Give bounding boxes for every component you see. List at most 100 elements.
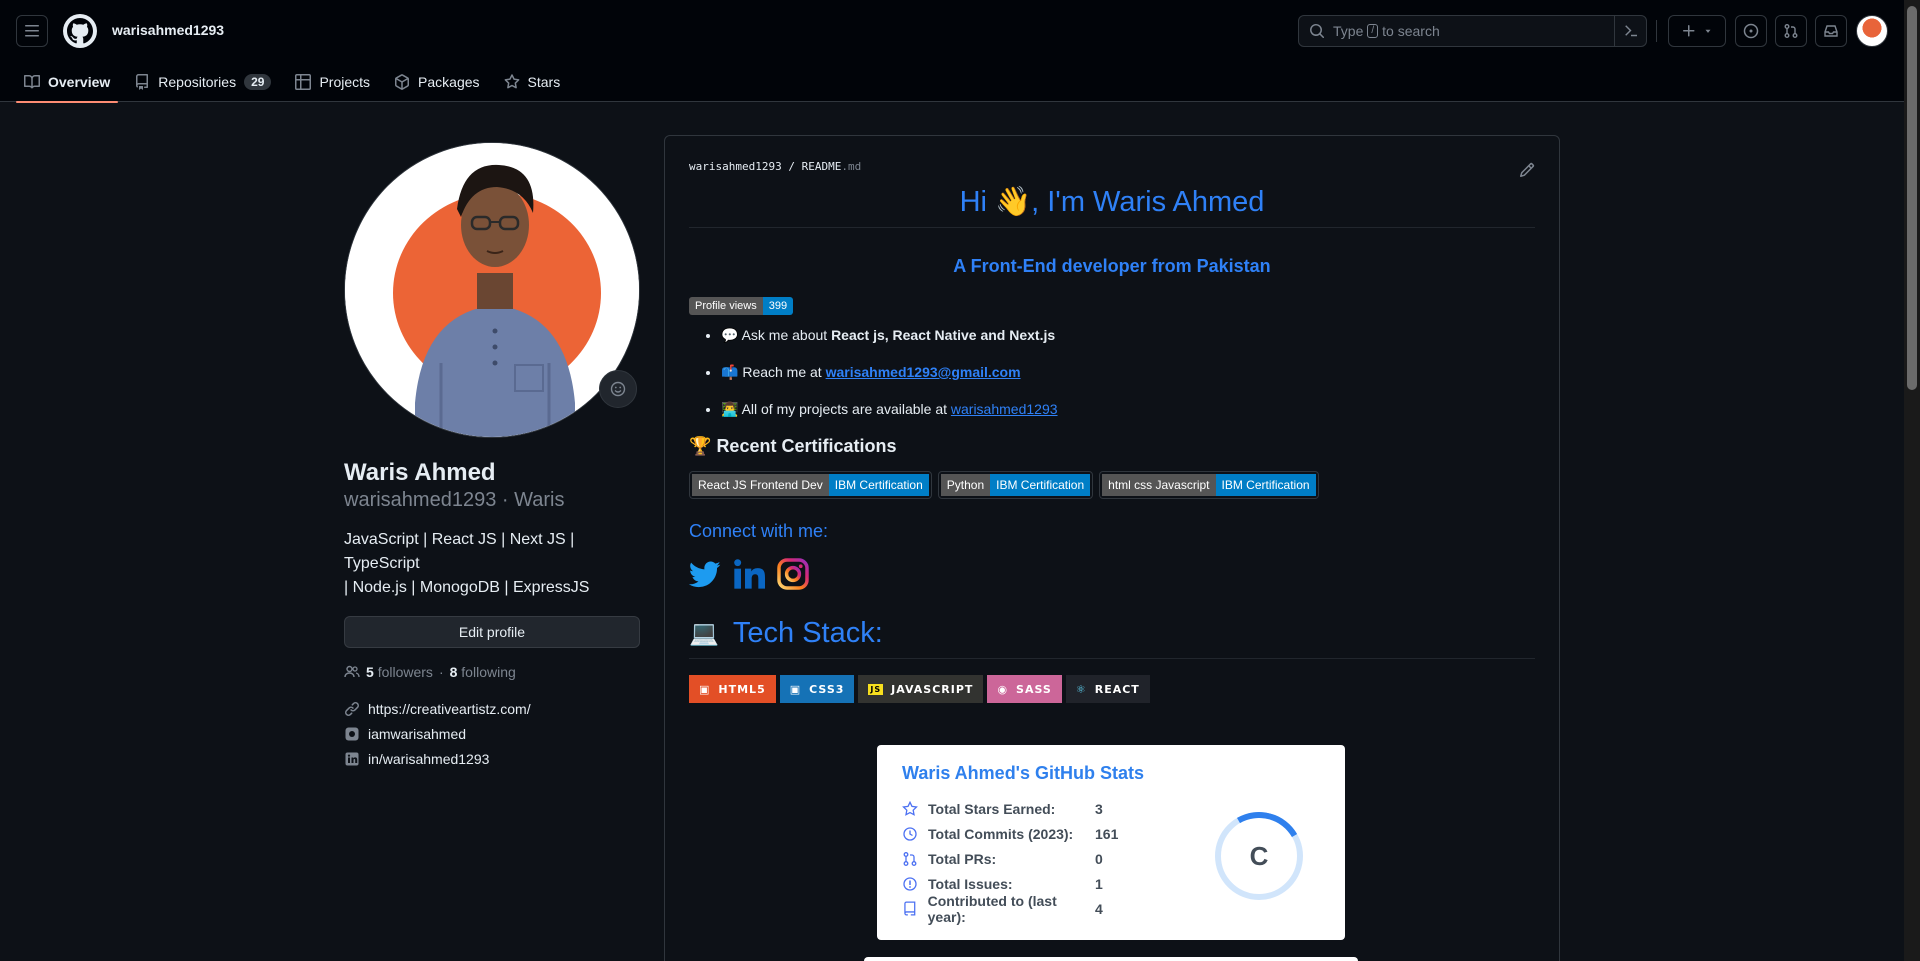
linkedin-logo-icon[interactable] bbox=[733, 558, 765, 593]
linkedin-link[interactable]: in/warisahmed1293 bbox=[368, 751, 489, 767]
inbox-icon bbox=[1824, 25, 1838, 37]
hamburger-icon bbox=[25, 25, 39, 37]
tab-repositories[interactable]: Repositories 29 bbox=[126, 62, 279, 102]
pr-icon bbox=[903, 851, 917, 866]
stats-title: Waris Ahmed's GitHub Stats bbox=[902, 763, 1144, 783]
github-logo-icon[interactable] bbox=[63, 14, 97, 48]
menu-button[interactable] bbox=[16, 15, 48, 47]
cert-left: React JS Frontend Dev bbox=[692, 474, 829, 496]
scrollbar-thumb[interactable] bbox=[1907, 6, 1917, 390]
edit-readme-button[interactable] bbox=[1519, 162, 1535, 181]
star-icon bbox=[902, 800, 918, 816]
tab-packages-label: Packages bbox=[418, 74, 480, 90]
profile-login: warisahmed1293 · Waris bbox=[344, 489, 565, 511]
profile-bio: JavaScript | React JS | Next JS | TypeSc… bbox=[344, 528, 640, 600]
sass-icon: ◉ bbox=[997, 682, 1009, 696]
website-link[interactable]: https://creativeartistz.com/ bbox=[368, 701, 531, 717]
set-status-button[interactable] bbox=[599, 370, 637, 408]
profile-sidebar: Waris Ahmed warisahmed1293 · Waris JavaS… bbox=[344, 142, 640, 771]
second-stats-card bbox=[864, 957, 1358, 961]
package-icon bbox=[395, 74, 410, 90]
link-icon bbox=[344, 701, 360, 716]
crumb-file-link[interactable]: README.md bbox=[802, 160, 862, 173]
connect-heading: Connect with me: bbox=[689, 521, 829, 541]
tech-stack-heading: 💻 Tech Stack: bbox=[689, 617, 1535, 659]
global-header: warisahmed1293 Type / to search Overview… bbox=[0, 0, 1904, 103]
crumb-file: README bbox=[801, 160, 842, 173]
pull-requests-button[interactable] bbox=[1775, 15, 1807, 47]
tech-badge-css3: ▣ CSS3 bbox=[779, 675, 855, 703]
github-stats-card[interactable]: Waris Ahmed's GitHub Stats Total Stars E… bbox=[877, 745, 1345, 940]
stats-label: Total PRs: bbox=[928, 850, 997, 867]
mailbox-icon: 📫 bbox=[721, 364, 739, 380]
repo-icon bbox=[904, 901, 916, 916]
tech-badge-label: JAVASCRIPT bbox=[891, 682, 974, 696]
ask-topics: React js, React Native and Next.js bbox=[831, 327, 1056, 343]
git-pull-request-icon bbox=[1784, 24, 1798, 38]
tech-badge-label: REACT bbox=[1094, 682, 1140, 696]
instagram-icon bbox=[345, 727, 359, 740]
tab-projects[interactable]: Projects bbox=[287, 62, 378, 102]
javascript-icon: JS bbox=[868, 683, 884, 695]
edit-profile-button[interactable]: Edit profile bbox=[344, 616, 640, 648]
certifications-list: React JS Frontend Dev IBM Certification P… bbox=[689, 471, 1535, 499]
cert-right: IBM Certification bbox=[828, 474, 929, 496]
cert-badge-python[interactable]: Python IBM Certification bbox=[937, 471, 1094, 499]
following-count: 8 bbox=[449, 664, 458, 680]
trophy-icon: 🏆 bbox=[689, 436, 712, 456]
ask-text: Ask me about bbox=[741, 327, 828, 343]
stats-value: 161 bbox=[1095, 825, 1119, 842]
cert-badge-react[interactable]: React JS Frontend Dev IBM Certification bbox=[689, 471, 932, 499]
tab-stars[interactable]: Stars bbox=[496, 62, 569, 102]
instagram-logo-icon[interactable] bbox=[777, 558, 809, 593]
tab-packages[interactable]: Packages bbox=[386, 62, 487, 102]
search-input[interactable]: Type / to search bbox=[1298, 15, 1647, 47]
issue-opened-icon bbox=[1743, 23, 1759, 39]
following-link[interactable]: 8 following bbox=[450, 664, 516, 680]
crumb-ext: .md bbox=[841, 160, 862, 173]
twitter-icon[interactable] bbox=[688, 558, 721, 593]
crumb-user-link[interactable]: warisahmed1293 bbox=[689, 160, 782, 173]
projects-link[interactable]: warisahmed1293 bbox=[951, 401, 1058, 417]
profile-links: https://creativeartistz.com/ iamwarisahm… bbox=[344, 696, 640, 771]
search-placeholder-pre: Type bbox=[1333, 23, 1364, 39]
cert-left: Python bbox=[940, 474, 991, 496]
tech-badge-label: SASS bbox=[1016, 682, 1052, 696]
tab-overview[interactable]: Overview bbox=[16, 62, 119, 103]
linkedin-item: in/warisahmed1293 bbox=[344, 746, 640, 771]
email-link[interactable]: warisahmed1293@gmail.com bbox=[826, 364, 1021, 380]
tab-overview-label: Overview bbox=[48, 74, 111, 90]
context-username[interactable]: warisahmed1293 bbox=[112, 22, 224, 38]
search-icon bbox=[1310, 24, 1325, 39]
follow-stats: 5 followers · 8 following bbox=[344, 664, 640, 680]
stats-label: Total Issues: bbox=[928, 875, 1013, 892]
repo-icon bbox=[136, 74, 149, 90]
inbox-button[interactable] bbox=[1815, 15, 1847, 47]
tech-badge-javascript: JS JAVASCRIPT bbox=[858, 675, 984, 703]
social-link[interactable]: iamwarisahmed bbox=[368, 726, 466, 742]
create-new-button[interactable] bbox=[1668, 15, 1726, 47]
issues-button[interactable] bbox=[1735, 15, 1767, 47]
people-icon bbox=[344, 665, 360, 678]
chevron-down-icon bbox=[1705, 29, 1711, 33]
reach-text: Reach me at bbox=[742, 364, 822, 380]
book-icon bbox=[24, 74, 40, 89]
search-shortcut-key: / bbox=[1367, 24, 1379, 38]
readme-subtitle: A Front-End developer from Pakistan bbox=[953, 256, 1271, 276]
cert-left: html css Javascript bbox=[1102, 474, 1216, 496]
css3-icon: ▣ bbox=[789, 682, 802, 696]
cert-badge-html[interactable]: html css Javascript IBM Certification bbox=[1099, 471, 1319, 499]
followers-link[interactable]: 5 followers bbox=[366, 664, 433, 680]
stats-value: 0 bbox=[1095, 850, 1103, 867]
page-scrollbar[interactable] bbox=[1904, 0, 1920, 961]
repositories-count-badge: 29 bbox=[244, 74, 272, 90]
issue-icon bbox=[903, 876, 917, 891]
profile-avatar[interactable] bbox=[344, 142, 640, 438]
stats-label: Total Commits (2023): bbox=[928, 825, 1074, 842]
followers-label: followers bbox=[377, 664, 433, 680]
user-avatar-menu[interactable] bbox=[1856, 15, 1888, 47]
tab-repositories-label: Repositories bbox=[158, 74, 237, 90]
command-palette-button[interactable] bbox=[1614, 15, 1646, 47]
stats-grade-ring: C bbox=[1215, 812, 1303, 900]
readme-list: 💬 Ask me about React js, React Native an… bbox=[689, 325, 1535, 419]
